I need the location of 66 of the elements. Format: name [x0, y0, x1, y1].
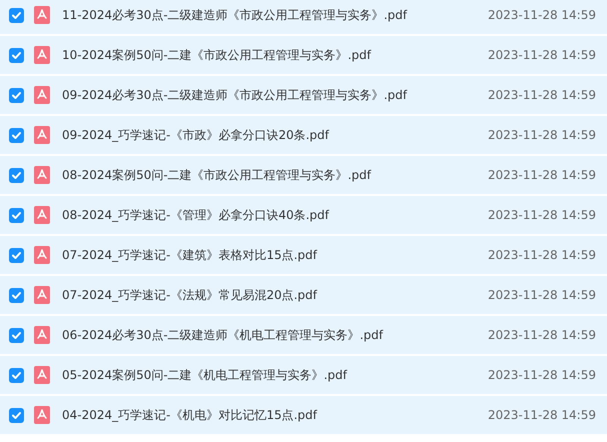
checkbox[interactable]: [9, 248, 24, 262]
pdf-icon: [34, 326, 50, 344]
file-row[interactable]: 10-2024案例50问-二建《市政公用工程管理与实务》.pdf 2023-11-28 14:59: [0, 36, 607, 74]
modified-date: 2023-11-28 14:59: [488, 8, 596, 22]
modified-date: 2023-11-28 14:59: [488, 88, 596, 102]
modified-date: 2023-11-28 14:59: [488, 248, 596, 262]
check-icon: [11, 90, 22, 100]
pdf-icon: [34, 126, 50, 144]
check-icon: [11, 290, 22, 300]
file-name: 09-2024_巧学速记-《市政》必拿分口诀20条.pdf: [62, 126, 330, 144]
pdf-icon: [34, 166, 50, 184]
pdf-icon: [34, 46, 50, 64]
check-icon: [11, 210, 22, 220]
modified-date: 2023-11-28 14:59: [488, 48, 596, 62]
check-icon: [11, 410, 22, 420]
checkbox[interactable]: [9, 88, 24, 102]
check-icon: [11, 330, 22, 340]
file-name: 07-2024_巧学速记-《法规》常见易混20点.pdf: [62, 286, 318, 304]
modified-date: 2023-11-28 14:59: [488, 408, 596, 422]
checkbox[interactable]: [9, 328, 24, 342]
pdf-icon: [34, 206, 50, 224]
file-row[interactable]: 08-2024_巧学速记-《管理》必拿分口诀40条.pdf 2023-11-28 14:59: [0, 196, 607, 234]
file-name: 04-2024_巧学速记-《机电》对比记忆15点.pdf: [62, 406, 318, 424]
check-icon: [11, 250, 22, 260]
file-row[interactable]: 11-2024必考30点-二级建造师《市政公用工程管理与实务》.pdf 2023-11-28 14:59: [0, 0, 607, 34]
file-name: 08-2024案例50问-二建《市政公用工程管理与实务》.pdf: [62, 166, 372, 184]
checkbox[interactable]: [9, 408, 24, 422]
file-name: 06-2024必考30点-二级建造师《机电工程管理与实务》.pdf: [62, 326, 384, 344]
check-icon: [11, 370, 22, 380]
modified-date: 2023-11-28 14:59: [488, 288, 596, 302]
modified-date: 2023-11-28 14:59: [488, 128, 596, 142]
check-icon: [11, 170, 22, 180]
file-row[interactable]: 09-2024_巧学速记-《市政》必拿分口诀20条.pdf 2023-11-28 14:59: [0, 116, 607, 154]
modified-date: 2023-11-28 14:59: [488, 368, 596, 382]
checkbox[interactable]: [9, 8, 24, 22]
check-icon: [11, 10, 22, 20]
file-row[interactable]: 09-2024必考30点-二级建造师《市政公用工程管理与实务》.pdf 2023-11-28 14:59: [0, 76, 607, 114]
check-icon: [11, 50, 22, 60]
file-row[interactable]: 04-2024_巧学速记-《机电》对比记忆15点.pdf 2023-11-28 14:59: [0, 396, 607, 434]
pdf-icon: [34, 6, 50, 24]
checkbox[interactable]: [9, 208, 24, 222]
checkbox[interactable]: [9, 48, 24, 62]
file-name: 07-2024_巧学速记-《建筑》表格对比15点.pdf: [62, 246, 318, 264]
file-row[interactable]: 08-2024案例50问-二建《市政公用工程管理与实务》.pdf 2023-11-28 14:59: [0, 156, 607, 194]
pdf-icon: [34, 246, 50, 264]
file-row[interactable]: 05-2024案例50问-二建《机电工程管理与实务》.pdf 2023-11-28 14:59: [0, 356, 607, 394]
file-row[interactable]: 07-2024_巧学速记-《法规》常见易混20点.pdf 2023-11-28 14:59: [0, 276, 607, 314]
checkbox[interactable]: [9, 368, 24, 382]
pdf-icon: [34, 366, 50, 384]
checkbox[interactable]: [9, 168, 24, 182]
pdf-icon: [34, 86, 50, 104]
modified-date: 2023-11-28 14:59: [488, 328, 596, 342]
file-row[interactable]: 06-2024必考30点-二级建造师《机电工程管理与实务》.pdf 2023-11-28 14:59: [0, 316, 607, 354]
check-icon: [11, 130, 22, 140]
file-name: 11-2024必考30点-二级建造师《市政公用工程管理与实务》.pdf: [62, 6, 408, 24]
modified-date: 2023-11-28 14:59: [488, 168, 596, 182]
file-name: 08-2024_巧学速记-《管理》必拿分口诀40条.pdf: [62, 206, 330, 224]
pdf-icon: [34, 286, 50, 304]
file-row[interactable]: 07-2024_巧学速记-《建筑》表格对比15点.pdf 2023-11-28 14:59: [0, 236, 607, 274]
checkbox[interactable]: [9, 128, 24, 142]
pdf-icon: [34, 406, 50, 424]
file-name: 05-2024案例50问-二建《机电工程管理与实务》.pdf: [62, 366, 348, 384]
file-name: 10-2024案例50问-二建《市政公用工程管理与实务》.pdf: [62, 46, 372, 64]
file-name: 09-2024必考30点-二级建造师《市政公用工程管理与实务》.pdf: [62, 86, 408, 104]
checkbox[interactable]: [9, 288, 24, 302]
modified-date: 2023-11-28 14:59: [488, 208, 596, 222]
